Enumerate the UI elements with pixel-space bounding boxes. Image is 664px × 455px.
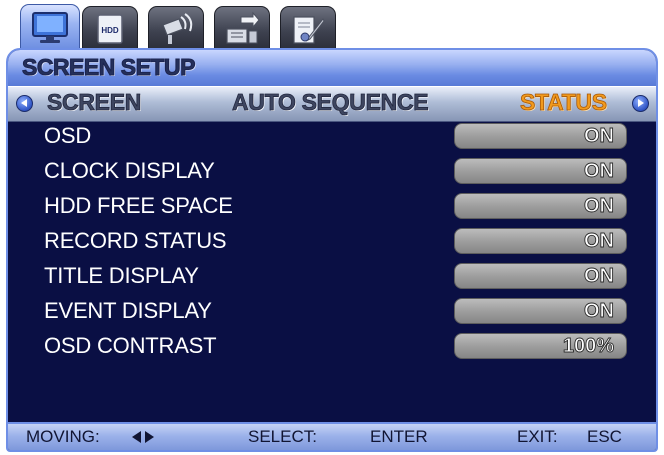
left-right-arrows-icon — [132, 431, 154, 443]
hint-select-key: ENTER — [370, 427, 428, 446]
system-tools-icon — [293, 16, 325, 44]
setting-row-osd[interactable]: OSD ON — [8, 121, 656, 151]
setting-label: OSD — [44, 123, 92, 148]
subtab-prev-arrow-icon[interactable] — [16, 95, 33, 112]
setting-value-osd[interactable]: ON — [454, 123, 627, 149]
setting-row-event-display[interactable]: EVENT DISPLAY ON — [8, 296, 656, 326]
setting-row-osd-contrast[interactable]: OSD CONTRAST 100% — [8, 331, 656, 361]
tab-camera[interactable] — [148, 6, 204, 51]
subtab-status[interactable]: STATUS — [520, 89, 608, 116]
setting-row-hdd-free-space[interactable]: HDD FREE SPACE ON — [8, 191, 656, 221]
tab-system[interactable] — [280, 6, 336, 51]
setting-value-clock-display[interactable]: ON — [454, 158, 627, 184]
setting-label: CLOCK DISPLAY — [44, 158, 215, 183]
hdd-icon: HDD — [97, 14, 123, 44]
setting-value-title-display[interactable]: ON — [454, 263, 627, 289]
subtab-bar: SCREEN AUTO SEQUENCE STATUS — [8, 86, 656, 122]
window-title: SCREEN SETUP — [22, 54, 196, 81]
subtab-auto-sequence[interactable]: AUTO SEQUENCE — [232, 89, 429, 116]
setting-row-clock-display[interactable]: CLOCK DISPLAY ON — [8, 156, 656, 186]
setting-label: RECORD STATUS — [44, 228, 227, 253]
subtab-screen[interactable]: SCREEN — [47, 89, 142, 116]
hint-exit-label: EXIT: — [517, 427, 558, 446]
screen-setup-window: SCREEN SETUP SCREEN AUTO SEQUENCE STATUS… — [6, 48, 658, 452]
tab-display[interactable] — [20, 4, 80, 51]
title-bar: SCREEN SETUP — [8, 50, 656, 86]
setting-value-hdd-free-space[interactable]: ON — [454, 193, 627, 219]
setting-label: EVENT DISPLAY — [44, 298, 212, 323]
setting-value-event-display[interactable]: ON — [454, 298, 627, 324]
monitor-icon — [32, 12, 68, 43]
subtab-next-arrow-icon[interactable] — [632, 95, 649, 112]
setting-value-osd-contrast[interactable]: 100% — [454, 333, 627, 359]
hdd-icon-label: HDD — [101, 26, 119, 35]
setting-row-record-status[interactable]: RECORD STATUS ON — [8, 226, 656, 256]
camera-icon — [162, 13, 193, 44]
hint-select-label: SELECT: — [248, 427, 317, 446]
network-icon — [226, 11, 260, 44]
setting-value-record-status[interactable]: ON — [454, 228, 627, 254]
hint-exit-key: ESC — [587, 427, 622, 446]
key-hint-bar: MOVING: SELECT: ENTER EXIT: ESC — [8, 422, 656, 450]
hint-moving-label: MOVING: — [26, 427, 100, 446]
setting-label: OSD CONTRAST — [44, 333, 217, 358]
setting-label: HDD FREE SPACE — [44, 193, 233, 218]
setting-row-title-display[interactable]: TITLE DISPLAY ON — [8, 261, 656, 291]
tab-hdd[interactable]: HDD — [82, 6, 138, 51]
tab-network[interactable] — [214, 6, 270, 51]
setting-label: TITLE DISPLAY — [44, 263, 199, 288]
